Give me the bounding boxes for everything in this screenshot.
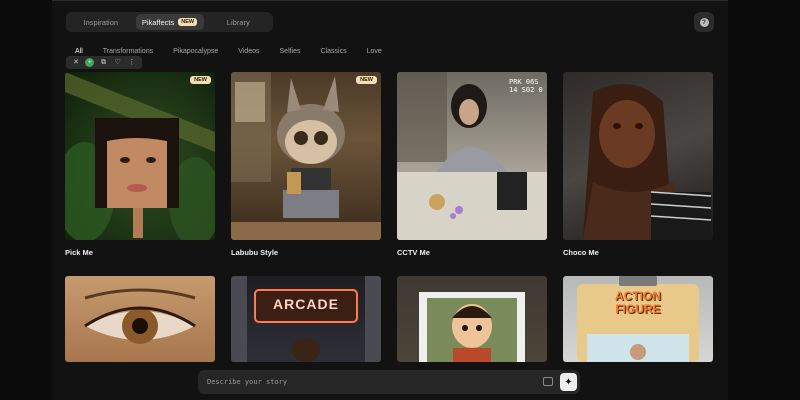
new-badge: NEW <box>356 76 377 84</box>
filter-classics[interactable]: Classics <box>321 48 347 55</box>
cctv-timestamp: PRK 06S 14 S02 0 <box>509 78 543 94</box>
story-prompt-input[interactable] <box>207 378 527 386</box>
more-icon[interactable]: ⋮ <box>127 58 137 68</box>
new-badge: NEW <box>178 18 198 26</box>
card-choco-me[interactable] <box>563 72 713 240</box>
tab-label: Library <box>226 17 250 27</box>
filter-pikapocalypse[interactable]: Pikapocalypse <box>173 48 218 55</box>
tab-label: Pikaffects <box>141 17 175 27</box>
card-title: CCTV Me <box>397 248 430 257</box>
cctv-thumbnail <box>397 72 547 240</box>
sparkle-icon: ✦ <box>564 376 573 388</box>
generate-button[interactable]: ✦ <box>560 373 577 391</box>
card-title: Labubu Style <box>231 248 279 257</box>
labubu-thumbnail <box>231 72 381 240</box>
choco-thumbnail <box>583 84 712 240</box>
pick-me-thumbnail <box>65 72 215 240</box>
card-action-figure[interactable]: ACTION FIGURE <box>563 276 713 362</box>
tab-library[interactable]: Library <box>206 14 272 30</box>
filter-selfies[interactable]: Selfies <box>280 48 301 55</box>
card-polaroid[interactable] <box>397 276 547 362</box>
new-badge: NEW <box>190 76 211 84</box>
filter-videos[interactable]: Videos <box>238 48 259 55</box>
image-upload-icon[interactable] <box>543 377 553 386</box>
action-figure-text: ACTION FIGURE <box>615 289 661 316</box>
question-icon: ? <box>699 17 709 27</box>
top-divider <box>52 0 728 1</box>
tab-inspiration[interactable]: Inspiration <box>68 14 134 30</box>
arcade-thumbnail <box>231 276 381 362</box>
copy-icon[interactable]: ⧉ <box>98 58 108 68</box>
card-labubu-style[interactable]: NEW <box>231 72 381 240</box>
filter-love[interactable]: Love <box>367 48 382 55</box>
filter-transformations[interactable]: Transformations <box>103 48 153 55</box>
add-icon[interactable]: + <box>85 58 95 67</box>
polaroid-thumbnail <box>419 292 525 362</box>
card-pick-me[interactable]: NEW <box>65 72 215 240</box>
eye-thumbnail <box>84 288 196 344</box>
bulb-icon[interactable]: ♡ <box>113 58 123 68</box>
prompt-bar <box>198 370 580 394</box>
tab-pikaffects[interactable]: Pikaffects NEW <box>135 14 204 30</box>
close-icon[interactable]: ✕ <box>71 58 81 68</box>
card-title: Choco Me <box>563 248 599 257</box>
floating-toolbar: ✕ + ⧉ ♡ ⋮ <box>66 56 142 69</box>
card-arcade[interactable]: ARCADE <box>231 276 381 362</box>
top-tab-bar: Inspiration Pikaffects NEW Library <box>66 12 273 32</box>
tab-label: Inspiration <box>83 17 119 27</box>
filter-all[interactable]: All <box>75 48 83 55</box>
card-cctv-me[interactable]: PRK 06S 14 S02 0 <box>397 72 547 240</box>
card-eye[interactable] <box>65 276 215 362</box>
card-title: Pick Me <box>65 248 93 257</box>
arcade-sign-text: ARCADE <box>273 296 339 312</box>
help-button[interactable]: ? <box>694 12 714 32</box>
